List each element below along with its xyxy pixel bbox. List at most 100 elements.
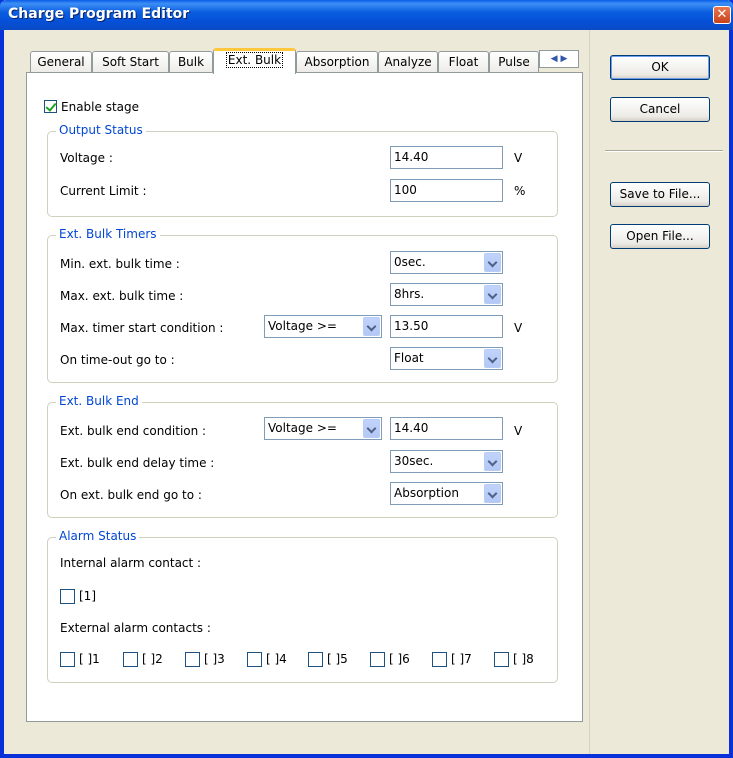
chevron-down-icon[interactable] xyxy=(363,419,380,438)
external-alarm-checkbox[interactable] xyxy=(60,652,75,667)
external-alarm-item-label: [ ]5 xyxy=(327,652,348,666)
min-ext-bulk-time-select[interactable]: 0sec. xyxy=(390,251,503,274)
tab-label: General xyxy=(37,55,85,69)
enable-stage-label: Enable stage xyxy=(61,100,139,114)
external-alarm-item-label: [ ]4 xyxy=(266,652,287,666)
internal-alarm-contact-label: Internal alarm contact : xyxy=(60,556,202,570)
internal-alarm-item-label: [1] xyxy=(79,589,96,603)
tab-label: Pulse xyxy=(498,55,530,69)
external-alarm-checkbox[interactable] xyxy=(185,652,200,667)
tab-bulk[interactable]: Bulk xyxy=(169,51,213,73)
alarm-status-group: Alarm Status Internal alarm contact : [1… xyxy=(47,529,558,683)
external-alarm-item-label: [ ]6 xyxy=(389,652,410,666)
tab-label: Ext. Bulk xyxy=(225,52,284,68)
external-alarm-item-label: [ ]2 xyxy=(142,652,163,666)
tab-strip: General Soft Start Bulk Ext. Bulk Absorp… xyxy=(30,48,590,74)
select-value: Absorption xyxy=(394,486,459,500)
ext-bulk-end-condition-label: Ext. bulk end condition : xyxy=(60,424,207,438)
external-alarm-checkbox[interactable] xyxy=(370,652,385,667)
ext-bulk-end-title: Ext. Bulk End xyxy=(56,394,142,408)
ext-bulk-tab-panel: Enable stage Output Status Voltage : 14.… xyxy=(26,72,583,722)
output-status-title: Output Status xyxy=(56,123,146,137)
external-alarm-checkbox[interactable] xyxy=(432,652,447,667)
select-value: Float xyxy=(394,351,424,365)
external-alarm-item-label: [ ]7 xyxy=(451,652,472,666)
tab-general[interactable]: General xyxy=(30,51,92,73)
alarm-status-title: Alarm Status xyxy=(56,529,140,543)
button-separator xyxy=(605,150,723,152)
chevron-right-icon[interactable]: ▶ xyxy=(560,54,567,64)
external-alarm-item-label: [ ]8 xyxy=(513,652,534,666)
ext-bulk-end-delay-select[interactable]: 30sec. xyxy=(390,450,503,473)
voltage-input[interactable]: 14.40 xyxy=(390,146,503,169)
max-timer-start-condition-label: Max. timer start condition : xyxy=(60,321,224,335)
chevron-down-icon[interactable] xyxy=(484,452,501,471)
tab-ext-bulk[interactable]: Ext. Bulk xyxy=(213,48,296,74)
on-ext-bulk-end-go-to-label: On ext. bulk end go to : xyxy=(60,488,202,502)
current-limit-unit: % xyxy=(514,184,526,198)
title-bar[interactable]: Charge Program Editor ✕ xyxy=(0,0,733,30)
select-value: 0sec. xyxy=(394,255,426,269)
tab-label: Soft Start xyxy=(102,55,159,69)
output-status-group: Output Status Voltage : 14.40 V Current … xyxy=(47,123,558,217)
enable-stage-checkbox[interactable] xyxy=(44,100,57,113)
chevron-down-icon[interactable] xyxy=(484,349,501,368)
ext-bulk-end-delay-label: Ext. bulk end delay time : xyxy=(60,456,215,470)
max-timer-start-unit: V xyxy=(514,321,523,335)
external-alarm-item-label: [ ]1 xyxy=(79,652,100,666)
panel-divider xyxy=(589,30,590,754)
select-value: Voltage >= xyxy=(268,421,337,435)
tab-label: Analyze xyxy=(384,55,432,69)
ext-bulk-end-value-input[interactable]: 14.40 xyxy=(390,417,503,440)
charge-program-editor-window: Charge Program Editor ✕ General Soft Sta… xyxy=(0,0,733,758)
tab-label: Float xyxy=(448,55,479,69)
tab-label: Absorption xyxy=(304,55,370,69)
save-to-file-button[interactable]: Save to File... xyxy=(610,182,710,207)
cancel-button[interactable]: Cancel xyxy=(610,97,710,122)
on-ext-bulk-end-go-to-select[interactable]: Absorption xyxy=(390,482,503,505)
tab-float[interactable]: Float xyxy=(438,51,489,73)
save-to-file-button-label: Save to File... xyxy=(619,187,701,201)
select-value: Voltage >= xyxy=(268,319,337,333)
current-limit-input[interactable]: 100 xyxy=(390,179,503,202)
select-value: 30sec. xyxy=(394,454,434,468)
chevron-down-icon[interactable] xyxy=(363,317,380,336)
open-file-button-label: Open File... xyxy=(626,229,694,243)
tab-pulse[interactable]: Pulse xyxy=(489,51,539,73)
external-alarm-checkbox[interactable] xyxy=(247,652,262,667)
chevron-down-icon[interactable] xyxy=(484,484,501,503)
select-value: 8hrs. xyxy=(394,287,425,301)
ext-bulk-timers-group: Ext. Bulk Timers Min. ext. bulk time : 0… xyxy=(47,227,558,383)
max-ext-bulk-time-label: Max. ext. bulk time : xyxy=(60,289,184,303)
ext-bulk-timers-title: Ext. Bulk Timers xyxy=(56,227,160,241)
ok-button[interactable]: OK xyxy=(610,55,710,80)
external-alarm-checkbox[interactable] xyxy=(308,652,323,667)
voltage-unit: V xyxy=(514,151,523,165)
min-ext-bulk-time-label: Min. ext. bulk time : xyxy=(60,257,180,271)
close-icon[interactable]: ✕ xyxy=(713,6,731,24)
ext-bulk-end-condition-select[interactable]: Voltage >= xyxy=(264,417,382,440)
external-alarm-contacts-label: External alarm contacts : xyxy=(60,621,211,635)
tab-absorption[interactable]: Absorption xyxy=(296,51,378,73)
external-alarm-item-label: [ ]3 xyxy=(204,652,225,666)
tab-soft-start[interactable]: Soft Start xyxy=(92,51,169,73)
tab-scroll-buttons[interactable]: ◀ ▶ xyxy=(539,50,579,68)
open-file-button[interactable]: Open File... xyxy=(610,224,710,249)
max-timer-start-value-input[interactable]: 13.50 xyxy=(390,315,503,338)
window-title: Charge Program Editor xyxy=(8,6,190,22)
internal-alarm-checkbox[interactable] xyxy=(60,589,75,604)
max-ext-bulk-time-select[interactable]: 8hrs. xyxy=(390,283,503,306)
ext-bulk-end-group: Ext. Bulk End Ext. bulk end condition : … xyxy=(47,394,558,518)
tab-label: Bulk xyxy=(177,55,205,69)
chevron-left-icon[interactable]: ◀ xyxy=(551,54,558,64)
current-limit-label: Current Limit : xyxy=(60,184,147,198)
ok-button-label: OK xyxy=(651,60,669,74)
max-timer-start-condition-select[interactable]: Voltage >= xyxy=(264,315,382,338)
on-time-out-go-to-select[interactable]: Float xyxy=(390,347,503,370)
chevron-down-icon[interactable] xyxy=(484,253,501,272)
cancel-button-label: Cancel xyxy=(639,102,681,116)
external-alarm-checkbox[interactable] xyxy=(123,652,138,667)
external-alarm-checkbox[interactable] xyxy=(494,652,509,667)
chevron-down-icon[interactable] xyxy=(484,285,501,304)
tab-analyze[interactable]: Analyze xyxy=(378,51,438,73)
